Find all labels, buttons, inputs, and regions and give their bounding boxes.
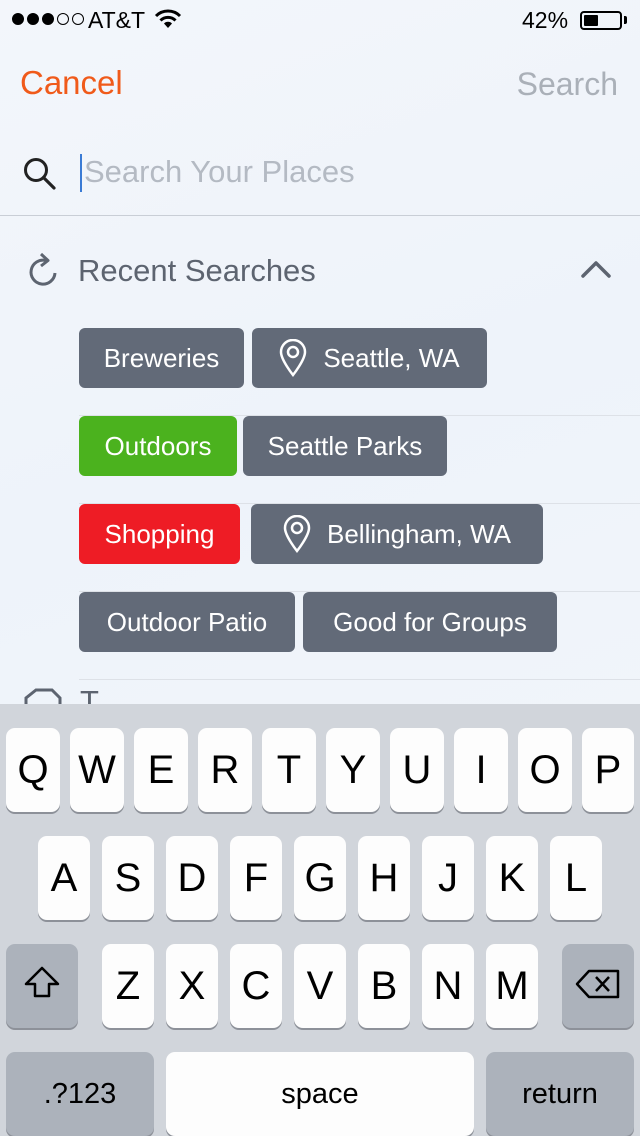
key-q[interactable]: Q <box>6 728 60 812</box>
key-s[interactable]: S <box>102 836 154 920</box>
tag-label: Bellingham, WA <box>327 518 511 549</box>
key-j[interactable]: J <box>422 836 474 920</box>
key-p[interactable]: P <box>582 728 634 812</box>
key-h[interactable]: H <box>358 836 410 920</box>
tag-label: Seattle, WA <box>323 342 460 373</box>
key-m[interactable]: M <box>486 944 538 1028</box>
carrier-name: AT&T <box>88 7 146 33</box>
key-k[interactable]: K <box>486 836 538 920</box>
key-r[interactable]: R <box>198 728 252 812</box>
space-key[interactable]: space <box>166 1052 474 1136</box>
recent-search-row: Shopping Bellingham, WA <box>79 504 640 592</box>
tag-seattle-parks[interactable]: Seattle Parks <box>243 416 447 476</box>
key-w[interactable]: W <box>70 728 124 812</box>
recent-search-row: Breweries Seattle, WA <box>79 328 640 416</box>
key-v[interactable]: V <box>294 944 346 1028</box>
recent-search-row: Outdoors Seattle Parks <box>79 416 640 504</box>
tag-label: Seattle Parks <box>267 430 423 461</box>
numbers-key[interactable]: .?123 <box>6 1052 154 1136</box>
tag-label: Good for Groups <box>333 606 527 637</box>
search-icon <box>22 156 58 197</box>
tag-label: Outdoor Patio <box>106 606 268 637</box>
key-l[interactable]: L <box>550 836 602 920</box>
tag-label: Outdoors <box>104 430 212 461</box>
key-c[interactable]: C <box>230 944 282 1028</box>
wifi-icon <box>154 8 182 35</box>
tag-location-seattle[interactable]: Seattle, WA <box>252 328 487 388</box>
keyboard: Q W E R T Y U I O P A S D F G H J K L Z … <box>0 704 640 1136</box>
return-key[interactable]: return <box>486 1052 634 1136</box>
cancel-button[interactable]: Cancel <box>20 64 123 102</box>
status-bar: AT&T 42% <box>0 0 640 40</box>
search-input[interactable] <box>84 150 604 194</box>
key-o[interactable]: O <box>518 728 572 812</box>
key-f[interactable]: F <box>230 836 282 920</box>
tag-label: Shopping <box>104 518 215 549</box>
recent-searches-title: Recent Searches <box>78 253 316 288</box>
search-button[interactable]: Search <box>517 66 618 103</box>
chevron-up-icon[interactable] <box>580 258 612 285</box>
key-i[interactable]: I <box>454 728 508 812</box>
tag-shopping[interactable]: Shopping <box>79 504 240 564</box>
key-x[interactable]: X <box>166 944 218 1028</box>
key-g[interactable]: G <box>294 836 346 920</box>
recent-searches-header[interactable]: Recent Searches <box>0 244 640 300</box>
signal-strength-icon <box>12 13 84 25</box>
tag-location-bellingham[interactable]: Bellingham, WA <box>251 504 543 564</box>
tag-outdoors[interactable]: Outdoors <box>79 416 237 476</box>
key-e[interactable]: E <box>134 728 188 812</box>
key-u[interactable]: U <box>390 728 444 812</box>
battery-icon <box>580 11 622 30</box>
battery-percent: 42% <box>522 7 569 33</box>
key-d[interactable]: D <box>166 836 218 920</box>
tag-breweries[interactable]: Breweries <box>79 328 244 388</box>
key-b[interactable]: B <box>358 944 410 1028</box>
location-pin-icon <box>279 339 307 377</box>
delete-key[interactable] <box>562 944 634 1028</box>
key-z[interactable]: Z <box>102 944 154 1028</box>
recent-search-row: Outdoor Patio Good for Groups <box>79 592 640 680</box>
tag-label: Breweries <box>103 342 220 373</box>
key-a[interactable]: A <box>38 836 90 920</box>
backspace-icon <box>575 964 621 1009</box>
key-n[interactable]: N <box>422 944 474 1028</box>
tag-good-for-groups[interactable]: Good for Groups <box>303 592 557 652</box>
battery-nub <box>624 16 627 24</box>
text-cursor <box>80 154 82 192</box>
key-t[interactable]: T <box>262 728 316 812</box>
shift-key[interactable] <box>6 944 78 1028</box>
shift-icon <box>23 964 61 1009</box>
tag-outdoor-patio[interactable]: Outdoor Patio <box>79 592 295 652</box>
location-pin-icon <box>283 515 311 553</box>
key-y[interactable]: Y <box>326 728 380 812</box>
refresh-icon <box>26 252 62 295</box>
search-bar <box>0 136 640 216</box>
